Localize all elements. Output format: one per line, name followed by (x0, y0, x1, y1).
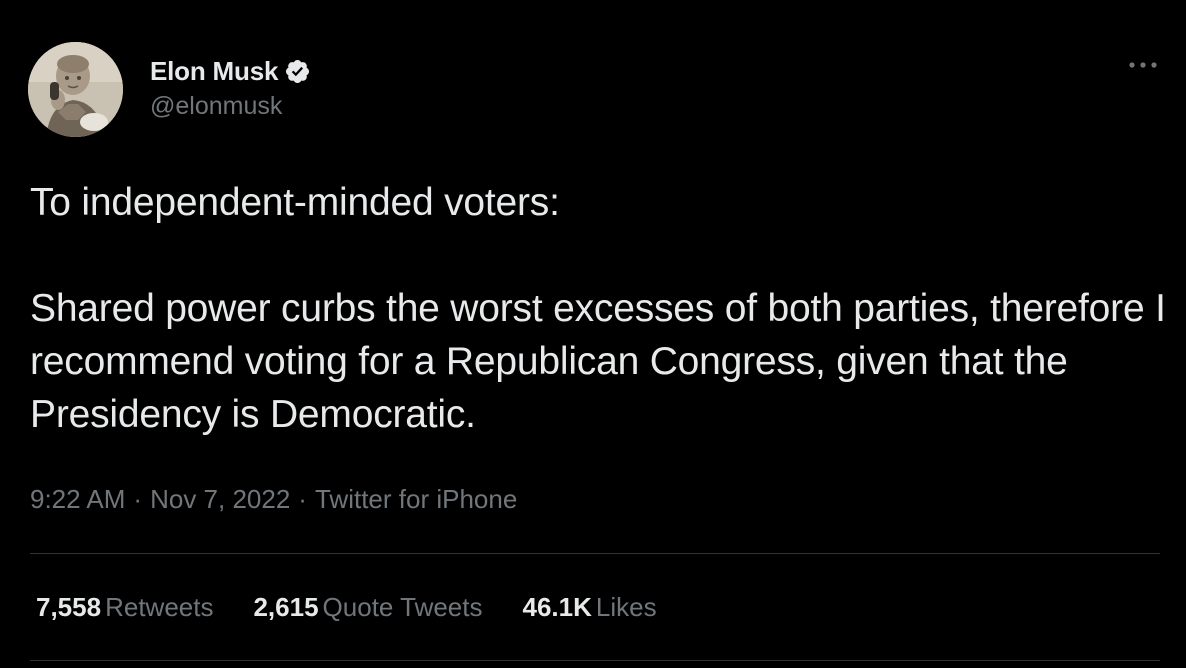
author-name-row: Elon Musk (150, 54, 311, 88)
likes-stat[interactable]: 46.1K Likes (523, 592, 657, 623)
likes-count: 46.1K (522, 592, 592, 622)
author-name[interactable]: Elon Musk (150, 56, 278, 87)
tweet-time[interactable]: 9:22 AM (30, 484, 125, 514)
meta-separator: · (298, 484, 307, 514)
more-dots-icon (1129, 62, 1157, 68)
quote-tweets-count: 2,615 (253, 592, 319, 622)
avatar[interactable] (28, 42, 123, 137)
divider (30, 553, 1160, 554)
likes-label: Likes (595, 592, 657, 622)
tweet-text-spacer (30, 229, 1170, 282)
tweet-date[interactable]: Nov 7, 2022 (150, 484, 290, 514)
tweet-metadata: 9:22 AM · Nov 7, 2022 · Twitter for iPhone (30, 484, 517, 515)
meta-separator: · (133, 484, 143, 514)
quote-tweets-label: Quote Tweets (322, 592, 483, 622)
engagement-stats: 7,558 Retweets 2,615 Quote Tweets 46.1K Lik… (36, 592, 657, 623)
tweet-source[interactable]: Twitter for iPhone (315, 484, 517, 514)
verified-badge-icon[interactable] (284, 58, 311, 85)
tweet-card: Elon Musk @elonmusk To independent-minde… (0, 0, 1186, 668)
tweet-text-line: Shared power curbs the worst excesses of… (30, 287, 1166, 436)
avatar-photo (28, 42, 123, 137)
divider (30, 660, 1160, 661)
author-handle[interactable]: @elonmusk (150, 92, 282, 121)
tweet-text: To independent-minded voters: Shared pow… (30, 176, 1170, 441)
retweets-label: Retweets (105, 592, 214, 622)
retweets-count: 7,558 (36, 592, 102, 622)
quote-tweets-stat[interactable]: 2,615 Quote Tweets (253, 592, 482, 623)
more-options-button[interactable] (1118, 50, 1158, 80)
retweets-stat[interactable]: 7,558 Retweets (36, 592, 213, 623)
tweet-text-line: To independent-minded voters: (30, 181, 560, 224)
